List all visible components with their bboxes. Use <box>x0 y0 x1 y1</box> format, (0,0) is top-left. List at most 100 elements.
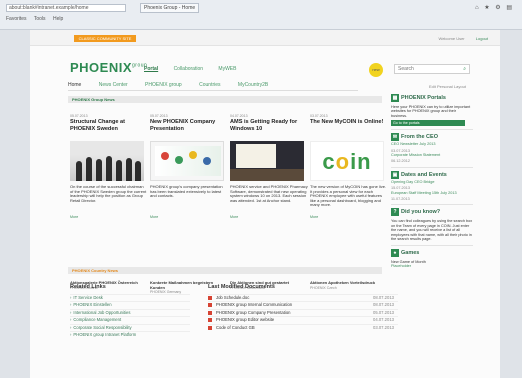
news-date: 05.07.2013 <box>70 114 88 118</box>
ceo-newsletter-link[interactable]: CEO Newsletter July 2013 <box>391 142 473 146</box>
top-strip: CLASSIC COMMUNITY SITE Welcome User Logo… <box>30 30 500 46</box>
games-heading: ♠ Games <box>391 248 473 258</box>
group-news-heading: PHOENIX Group News <box>68 96 382 103</box>
event-link[interactable]: Opening Day CEO Bridge <box>391 180 473 184</box>
related-link[interactable]: IT Service Desk <box>70 294 190 301</box>
command-tools[interactable]: Tools <box>34 16 46 22</box>
topnav-myweb[interactable]: MyWEB <box>218 66 236 72</box>
news-more-link[interactable]: More <box>230 215 308 219</box>
bottom-section: Related Links IT Service Desk PHOENIX Ei… <box>70 284 400 342</box>
news-more-link[interactable]: More <box>70 215 148 219</box>
document-row[interactable]: PHOENIX group Internal Communication 08.0… <box>208 301 398 308</box>
top-navigation: Portal Collaboration MyWEB <box>144 66 250 72</box>
news-image-people[interactable] <box>70 141 144 181</box>
nav-news-center[interactable]: News Center <box>99 82 128 88</box>
news-date: 03.07.2013 <box>310 114 328 118</box>
document-row[interactable]: Code of Conduct GB 03.07.2013 <box>208 323 398 331</box>
document-row[interactable]: Job Schedule.doc 08.07.2013 <box>208 294 398 301</box>
event-date: 11.07.2013 <box>391 197 410 202</box>
nav-countries[interactable]: Countries <box>199 82 220 88</box>
address-bar[interactable]: about:blank#intranet.example/home <box>6 4 126 12</box>
portals-text: Here your PHOENIX can try to utilize imp… <box>391 105 471 118</box>
user-label: Welcome User <box>438 36 465 41</box>
related-link[interactable]: PHOENIX group Intranet Platform <box>70 331 190 338</box>
nav-home[interactable]: Home <box>68 82 81 88</box>
dates-heading: ▣ Dates and Events <box>391 170 447 179</box>
portals-icon: ▦ <box>391 94 399 102</box>
news-more-link[interactable]: More <box>310 215 388 219</box>
news-title[interactable]: AMS is Getting Ready for Windows 10 <box>230 119 308 139</box>
nav-mycountry[interactable]: MyCountry2B <box>238 82 268 88</box>
event-link[interactable]: European Staff Meeting 15th July 2013 <box>391 191 473 195</box>
related-link[interactable]: International Job Opportunities <box>70 308 190 316</box>
new-badge[interactable]: new <box>369 63 383 77</box>
browser-tab[interactable]: Phoenix Group - Home <box>140 3 200 13</box>
browser-tabbar: Phoenix Group - Home <box>140 3 250 13</box>
know-heading: ? Did you know? <box>391 208 473 217</box>
mission-date: 06.12.2012 <box>391 159 411 164</box>
nav-phoenix-group[interactable]: PHOENIX group <box>145 82 182 88</box>
news-card[interactable]: 04.07.2013 AMS is Getting Ready for Wind… <box>230 114 308 226</box>
mail-icon: ✉ <box>391 133 399 142</box>
coin-logo-image[interactable]: coin <box>310 141 384 181</box>
news-more-link[interactable]: More <box>150 215 228 219</box>
document-name[interactable]: PHOENIX group Editor website <box>216 317 274 322</box>
document-date: 03.07.2013 <box>373 324 394 330</box>
news-summary: PHOENIX service and PHOENIX Pharmacy Sof… <box>230 185 308 203</box>
related-links-heading: Related Links <box>70 284 106 290</box>
last-modified-documents: Last Modified Documents Job Schedule.doc… <box>208 284 398 331</box>
mission-statement-link[interactable]: Corporate Mission Statement <box>391 153 473 157</box>
ceo-heading: ✉ From the CEO <box>391 133 438 142</box>
portals-heading: ▦ PHOENIX Portals <box>391 94 446 102</box>
related-link[interactable]: PHOENIX Einstellen <box>70 301 190 308</box>
edit-layout-link[interactable]: Edit Personal Layout <box>429 84 466 89</box>
document-name[interactable]: Code of Conduct GB <box>216 325 255 330</box>
related-link[interactable]: Compliance Management <box>70 316 190 323</box>
know-text: You can find colleagues by using the sea… <box>391 219 473 242</box>
search-icon[interactable]: ⌕ <box>463 65 466 73</box>
classic-site-tab[interactable]: CLASSIC COMMUNITY SITE <box>74 35 136 42</box>
last-docs-heading: Last Modified Documents <box>208 284 275 290</box>
pdf-icon <box>208 318 212 323</box>
main-navigation: Home News Center PHOENIX group Countries… <box>68 82 358 91</box>
news-summary: The new version of MyCOIN has gone live.… <box>310 185 387 208</box>
country-news-heading: PHOENIX Country News <box>68 267 382 274</box>
phoenix-logo[interactable]: PHOENIXgroup <box>70 60 147 75</box>
news-title[interactable]: Structural Change at PHOENIX Sweden <box>70 119 148 139</box>
related-links: Related Links IT Service Desk PHOENIX Ei… <box>70 284 190 338</box>
command-help[interactable]: Help <box>53 16 63 22</box>
command-favorites[interactable]: Favorites <box>6 16 27 22</box>
logout-link[interactable]: Logout <box>476 36 488 41</box>
calendar-icon: ▣ <box>391 170 399 179</box>
news-image-slides[interactable] <box>150 141 224 181</box>
browser-tools-icons[interactable]: ⌂ ★ ⚙ ▤ <box>475 4 514 11</box>
document-name[interactable]: PHOENIX group Company Presentation <box>216 310 290 315</box>
news-date: 04.07.2013 <box>230 114 248 118</box>
document-row[interactable]: PHOENIX group Company Presentation 05.07.… <box>208 308 398 316</box>
right-sidebar: ▦ PHOENIX Portals Here your PHOENIX can t… <box>391 94 473 268</box>
games-link[interactable]: Placeholder <box>391 264 473 268</box>
news-card[interactable]: 05.07.2013 New PHOENIX Company Presentat… <box>150 114 228 226</box>
news-image-event[interactable] <box>230 141 304 181</box>
news-date: 05.07.2013 <box>150 114 168 118</box>
news-card[interactable]: 03.07.2013 The New MyCOIN is Online! coi… <box>310 114 388 226</box>
pdf-icon <box>208 310 212 315</box>
document-name[interactable]: Job Schedule.doc <box>216 295 249 300</box>
search-input[interactable]: Search ⌕ <box>394 64 470 74</box>
question-icon: ? <box>391 208 399 217</box>
pdf-icon <box>208 325 212 330</box>
browser-command-bar: Favorites Tools Help <box>6 16 69 22</box>
news-card[interactable]: 05.07.2013 Structural Change at PHOENIX … <box>70 114 148 226</box>
document-name[interactable]: PHOENIX group Internal Communication <box>216 302 292 307</box>
related-link[interactable]: Corporate Social Responsibility <box>70 323 190 331</box>
browser-chrome: about:blank#intranet.example/home Phoeni… <box>0 0 522 30</box>
document-row[interactable]: PHOENIX group Editor website 04.07.2013 <box>208 316 398 323</box>
intranet-page: CLASSIC COMMUNITY SITE Welcome User Logo… <box>30 30 500 378</box>
pdf-icon <box>208 303 212 308</box>
news-summary: PHOENIX group's company presentation has… <box>150 185 223 199</box>
portals-button[interactable]: Go to the portals <box>391 120 465 127</box>
news-title[interactable]: New PHOENIX Company Presentation <box>150 119 228 139</box>
news-title[interactable]: The New MyCOIN is Online! <box>310 119 388 139</box>
topnav-collaboration[interactable]: Collaboration <box>174 66 203 72</box>
topnav-portal[interactable]: Portal <box>144 66 158 72</box>
